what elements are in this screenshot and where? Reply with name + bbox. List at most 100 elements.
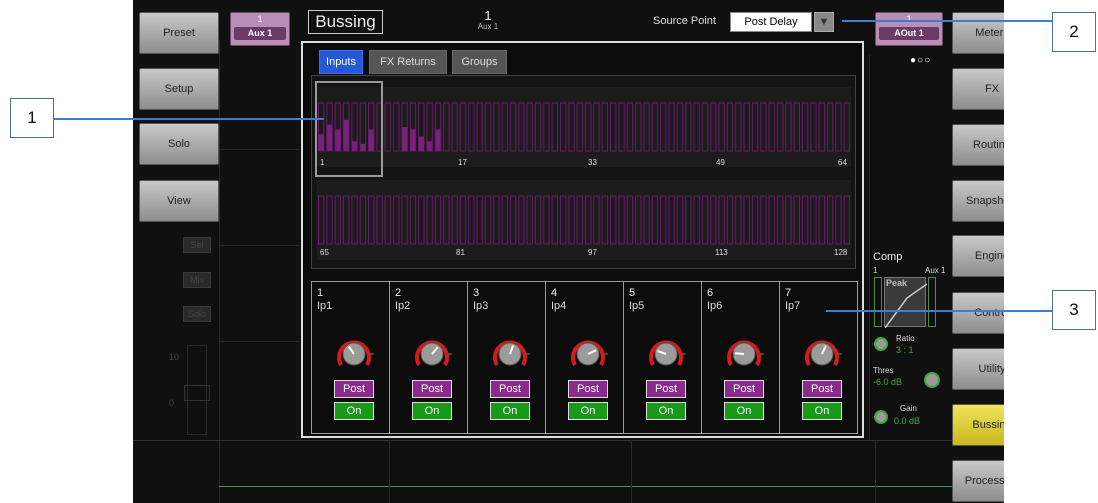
post-button[interactable]: Post [802, 380, 842, 398]
send-channel-name: Ip5 [629, 300, 645, 312]
on-button[interactable]: On [490, 402, 530, 420]
fx-button[interactable]: FX [952, 68, 1004, 110]
meter-level [401, 127, 408, 151]
send-channel-name: Ip6 [707, 300, 723, 312]
on-button[interactable]: On [724, 402, 764, 420]
send-cell-ip5: 5 Ip5 Post On [624, 282, 702, 433]
post-button[interactable]: Post [412, 380, 452, 398]
meter-slot [643, 195, 650, 245]
send-level-knob-icon[interactable] [332, 332, 376, 376]
send-level-knob-icon[interactable] [644, 332, 688, 376]
meter-slot [776, 195, 784, 245]
setup-button[interactable]: Setup [139, 68, 219, 110]
send-channel-number: 4 [551, 287, 558, 299]
meter-slot [843, 195, 850, 245]
meter-slot [518, 102, 525, 152]
tab-groups[interactable]: Groups [452, 50, 507, 74]
dropdown-arrow-icon[interactable]: ▼ [814, 12, 834, 32]
meter-slot [409, 195, 417, 245]
meter-slot [543, 195, 550, 245]
meter-slot [559, 102, 567, 152]
meter-slot [526, 102, 533, 152]
control-button[interactable]: Control [952, 292, 1004, 334]
thres-knob-icon[interactable] [924, 372, 940, 388]
meter-slot [651, 102, 659, 152]
meter-row-1-64 [317, 87, 851, 167]
on-button[interactable]: On [334, 402, 374, 420]
meter-slot [743, 195, 750, 245]
send-level-knob-icon[interactable] [410, 332, 454, 376]
source-point-label: Source Point [653, 15, 716, 27]
meter-slot [718, 102, 725, 152]
mix-button[interactable]: Mix [183, 272, 211, 288]
solo-button[interactable]: Solo [139, 123, 219, 165]
left-channel-selector[interactable]: 1 Aux 1 [230, 12, 290, 46]
bussing-button[interactable]: Bussing [952, 404, 1004, 446]
meter-slot [601, 102, 609, 152]
send-level-knob-icon[interactable] [566, 332, 610, 376]
meter-slot [359, 195, 367, 245]
meter-slot [476, 102, 483, 152]
meters-button[interactable]: Meters [952, 12, 1004, 54]
post-button[interactable]: Post [490, 380, 530, 398]
tab-inputs[interactable]: Inputs [319, 50, 363, 74]
meter-slot [626, 102, 634, 152]
aux-name: Aux 1 [477, 22, 499, 31]
meter-label: 81 [456, 248, 465, 257]
gain-knob-icon[interactable] [874, 410, 888, 424]
divider [219, 149, 299, 150]
strip-solo-button[interactable]: Solo [183, 306, 211, 322]
sel-button[interactable]: Sel [183, 237, 211, 253]
send-level-knob-icon[interactable] [722, 332, 766, 376]
source-point-select[interactable]: Post Delay [730, 12, 812, 32]
processing-button[interactable]: Processing [952, 460, 1004, 502]
meter-selection-box[interactable] [315, 81, 383, 177]
fader-cap[interactable] [184, 385, 210, 401]
meter-slot [768, 195, 775, 245]
meters-65-128[interactable] [317, 180, 851, 260]
meter-slot [484, 195, 492, 245]
on-button[interactable]: On [412, 402, 452, 420]
meter-slot [768, 102, 775, 152]
thres-value: -6.0 dB [873, 377, 903, 387]
right-channel-selector[interactable]: 1 AOut 1 [875, 12, 943, 46]
send-level-knob-icon[interactable] [488, 332, 532, 376]
meter-slot [726, 102, 734, 152]
utility-button[interactable]: Utility [952, 348, 1004, 390]
meter-slot [593, 195, 600, 245]
meter-slot [685, 102, 692, 152]
meter-label: 64 [838, 158, 847, 167]
divider [219, 341, 299, 342]
post-button[interactable]: Post [334, 380, 374, 398]
meter-slot [726, 195, 734, 245]
ratio-knob-icon[interactable] [874, 337, 888, 351]
post-button[interactable]: Post [568, 380, 608, 398]
callout-2: 2 [1052, 12, 1096, 52]
meter-slot [610, 102, 617, 152]
meter-slot [376, 195, 383, 245]
send-cell-ip1: 1 Ip1 Post On [312, 282, 390, 433]
on-button[interactable]: On [802, 402, 842, 420]
meter-slot [710, 102, 717, 152]
meter-slot [534, 102, 542, 152]
comp-title: Comp [873, 251, 903, 263]
on-button[interactable]: On [568, 402, 608, 420]
send-channel-name: Ip1 [317, 300, 333, 312]
send-level-knob-icon[interactable] [800, 332, 844, 376]
send-channel-name: Ip4 [551, 300, 567, 312]
meter-slot [635, 195, 642, 245]
view-button[interactable]: View [139, 180, 219, 222]
ratio-label: Ratio [896, 334, 915, 343]
tab-fx-returns[interactable]: FX Returns [369, 50, 447, 74]
meter-slot [593, 102, 600, 152]
post-button[interactable]: Post [646, 380, 686, 398]
meter-slot [484, 102, 492, 152]
preset-button[interactable]: Preset [139, 12, 219, 54]
meter-slot [493, 195, 500, 245]
snapshots-button[interactable]: Snapshots [952, 180, 1004, 222]
routing-button[interactable]: Routing [952, 124, 1004, 166]
meters-1-64[interactable] [317, 87, 851, 167]
post-button[interactable]: Post [724, 380, 764, 398]
on-button[interactable]: On [646, 402, 686, 420]
engine-button[interactable]: Engine [952, 235, 1004, 277]
